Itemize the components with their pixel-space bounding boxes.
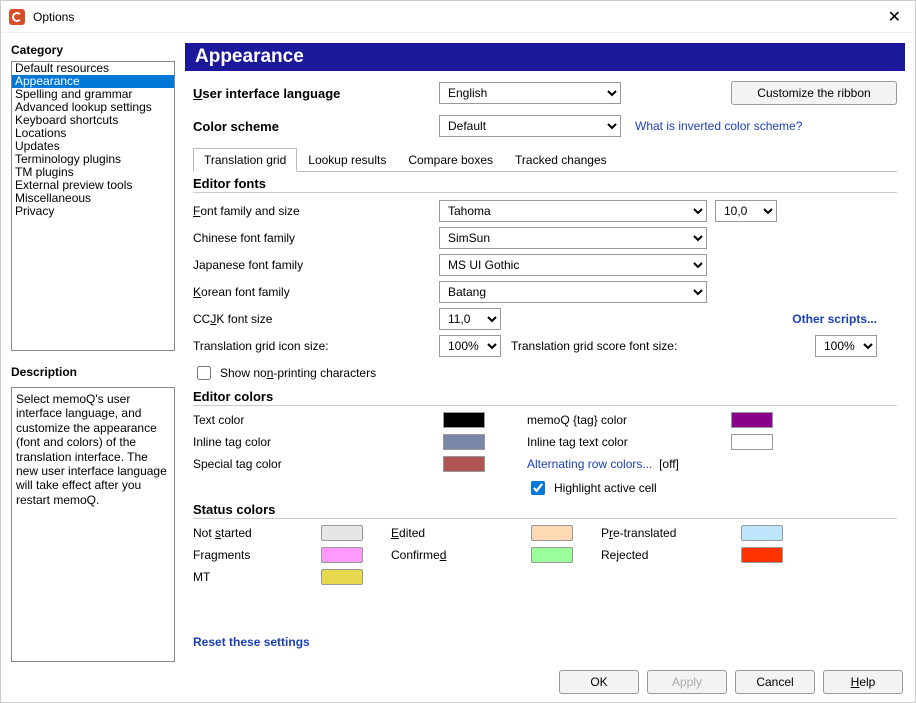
- nonprinting-label: Show non-printing characters: [220, 366, 376, 380]
- status-rejected-label: Rejected: [601, 548, 731, 562]
- inline-tag-text-color-label: Inline tag text color: [527, 435, 727, 449]
- text-color-label: Text color: [193, 413, 439, 427]
- status-fragments-swatch[interactable]: [321, 547, 363, 563]
- tab[interactable]: Tracked changes: [504, 148, 618, 172]
- ccjk-size-select[interactable]: 11,0: [439, 308, 501, 330]
- tag-color-swatch[interactable]: [731, 412, 773, 428]
- inverted-scheme-link[interactable]: What is inverted color scheme?: [635, 119, 802, 133]
- description-text: Select memoQ's user interface language, …: [11, 387, 175, 662]
- score-font-size-select[interactable]: 100%: [815, 335, 877, 357]
- ui-language-label: User interface language: [193, 86, 439, 101]
- apply-button[interactable]: Apply: [647, 670, 727, 694]
- chinese-font-label: Chinese font family: [193, 231, 439, 245]
- cancel-button[interactable]: Cancel: [735, 670, 815, 694]
- other-scripts-link[interactable]: Other scripts...: [792, 312, 877, 326]
- tab[interactable]: Compare boxes: [397, 148, 504, 172]
- category-item[interactable]: Privacy: [12, 205, 174, 218]
- special-tag-color-label: Special tag color: [193, 457, 439, 471]
- text-color-swatch[interactable]: [443, 412, 485, 428]
- window-title: Options: [33, 10, 74, 24]
- grid-icon-size-select[interactable]: 100%: [439, 335, 501, 357]
- page-title: Appearance: [185, 43, 905, 71]
- app-icon: [9, 9, 25, 25]
- status-fragments-label: Fragments: [193, 548, 311, 562]
- color-scheme-label: Color scheme: [193, 119, 439, 134]
- font-size-select[interactable]: 10,0: [715, 200, 777, 222]
- dialog-footer: OK Apply Cancel Help: [1, 662, 915, 702]
- status-pretranslated-label: Pre-translated: [601, 526, 731, 540]
- color-scheme-select[interactable]: Default: [439, 115, 621, 137]
- highlight-active-cell-checkbox[interactable]: [531, 481, 545, 495]
- editor-fonts-heading: Editor fonts: [193, 176, 897, 193]
- ccjk-size-label: CCJK font size: [193, 312, 439, 326]
- font-family-label: Font family and size: [193, 204, 439, 218]
- ui-language-select[interactable]: English: [439, 82, 621, 104]
- special-tag-color-swatch[interactable]: [443, 456, 485, 472]
- highlight-active-cell-label: Highlight active cell: [554, 481, 657, 495]
- grid-icon-size-label: Translation grid icon size:: [193, 339, 439, 353]
- tab-bar: Translation gridLookup resultsCompare bo…: [193, 147, 897, 172]
- font-family-select[interactable]: Tahoma: [439, 200, 707, 222]
- sidebar: Category Default resourcesAppearanceSpel…: [11, 43, 175, 662]
- score-font-size-label: Translation grid score font size:: [511, 339, 677, 353]
- status-colors-heading: Status colors: [193, 502, 897, 519]
- options-window: Options ✕ Category Default resourcesAppe…: [0, 0, 916, 703]
- tab[interactable]: Translation grid: [193, 148, 297, 172]
- status-not-started-swatch[interactable]: [321, 525, 363, 541]
- alt-row-colors-link[interactable]: Alternating row colors...: [527, 457, 652, 471]
- korean-font-select[interactable]: Batang: [439, 281, 707, 303]
- japanese-font-label: Japanese font family: [193, 258, 439, 272]
- titlebar: Options ✕: [1, 1, 915, 33]
- tab[interactable]: Lookup results: [297, 148, 397, 172]
- help-button[interactable]: Help: [823, 670, 903, 694]
- inline-tag-text-color-swatch[interactable]: [731, 434, 773, 450]
- inline-tag-color-label: Inline tag color: [193, 435, 439, 449]
- status-edited-label: Edited: [391, 526, 521, 540]
- status-rejected-swatch[interactable]: [741, 547, 783, 563]
- nonprinting-checkbox[interactable]: [197, 366, 211, 380]
- status-confirmed-label: Confirmed: [391, 548, 521, 562]
- editor-colors-heading: Editor colors: [193, 389, 897, 406]
- category-list[interactable]: Default resourcesAppearanceSpelling and …: [11, 61, 175, 351]
- ok-button[interactable]: OK: [559, 670, 639, 694]
- status-mt-label: MT: [193, 570, 311, 584]
- alt-row-colors-state: [off]: [659, 457, 679, 471]
- customize-ribbon-button[interactable]: Customize the ribbon: [731, 81, 897, 105]
- chinese-font-select[interactable]: SimSun: [439, 227, 707, 249]
- status-not-started-label: Not started: [193, 526, 311, 540]
- status-mt-swatch[interactable]: [321, 569, 363, 585]
- korean-font-label: Korean font family: [193, 285, 439, 299]
- tag-color-label: memoQ {tag} color: [527, 413, 727, 427]
- inline-tag-color-swatch[interactable]: [443, 434, 485, 450]
- main-panel: Appearance User interface language Engli…: [185, 43, 905, 662]
- japanese-font-select[interactable]: MS UI Gothic: [439, 254, 707, 276]
- status-edited-swatch[interactable]: [531, 525, 573, 541]
- reset-settings-link[interactable]: Reset these settings: [193, 635, 897, 649]
- close-icon[interactable]: ✕: [882, 5, 907, 29]
- status-confirmed-swatch[interactable]: [531, 547, 573, 563]
- category-heading: Category: [11, 43, 175, 57]
- status-pretranslated-swatch[interactable]: [741, 525, 783, 541]
- description-heading: Description: [11, 365, 175, 379]
